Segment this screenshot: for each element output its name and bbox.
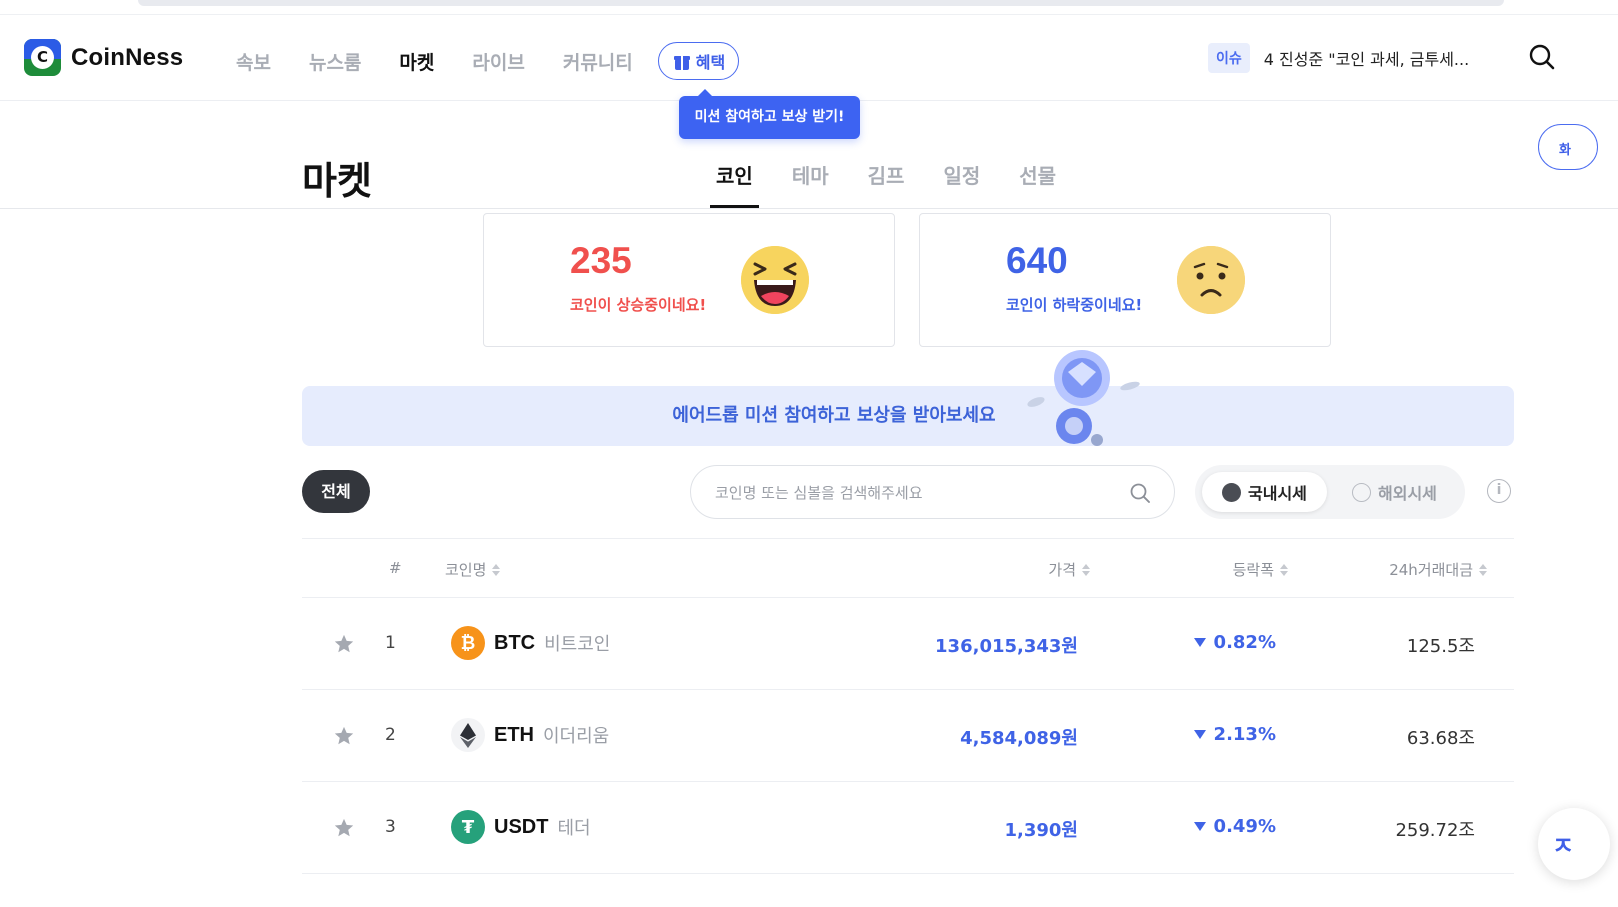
- falling-label: 코인이 하락중이네요!: [1006, 296, 1143, 314]
- tab-coin[interactable]: 코인: [710, 160, 759, 208]
- coin-search-input[interactable]: [715, 480, 1115, 506]
- browser-top-strip: [138, 0, 1504, 6]
- down-triangle-icon: [1193, 730, 1206, 739]
- coin-symbol: ETH: [494, 723, 534, 746]
- star-icon[interactable]: [333, 633, 355, 655]
- astronaut-mascot-icon: [1027, 350, 1140, 446]
- coin-name: 테더: [557, 818, 591, 839]
- nav-item-breaking[interactable]: 속보: [236, 48, 271, 75]
- issue-text: 4 진성준 "코인 과세, 금투세...: [1263, 50, 1470, 69]
- rising-count: 235: [570, 240, 632, 281]
- bitcoin-logo-icon: ₿: [451, 626, 485, 660]
- benefit-label: 혜택: [695, 53, 726, 72]
- overseas-price-option[interactable]: 해외시세: [1332, 472, 1457, 512]
- market-tabs: 코인 테마 김프 일정 선물: [710, 160, 1095, 208]
- price-source-toggle: 국내시세 해외시세: [1195, 465, 1465, 519]
- header-volume[interactable]: 24h거래대금: [1389, 559, 1487, 580]
- search-icon[interactable]: [1528, 43, 1556, 71]
- coin-cell: ₮ USDT 테더: [451, 810, 591, 844]
- falling-count: 640: [1006, 240, 1068, 281]
- banner-text: 에어드롭 미션 참여하고 보상을 받아보세요: [672, 405, 996, 426]
- header-change[interactable]: 등락폭: [1233, 559, 1288, 580]
- down-triangle-icon: [1193, 638, 1206, 647]
- coin-price: 4,584,089원: [960, 728, 1078, 749]
- sort-icon: [492, 563, 501, 576]
- row-rank: 1: [385, 633, 396, 653]
- tab-futures[interactable]: 선물: [1019, 160, 1056, 208]
- side-floating-circle[interactable]: ㅈ: [1538, 808, 1610, 880]
- table-row[interactable]: 2 ETH 이더리움 4,584,089원 2.13% 63.68조: [302, 690, 1514, 782]
- header-rank: #: [389, 559, 402, 577]
- search-icon[interactable]: [1129, 482, 1151, 504]
- site-header: C CoinNess 속보 뉴스룸 마켓 라이브 커뮤니티 혜택 이슈 4 진성…: [0, 15, 1618, 101]
- logo-text: CoinNess: [71, 43, 184, 71]
- coin-cell: ₿ BTC 비트코인: [451, 626, 610, 660]
- domestic-price-label: 국내시세: [1248, 484, 1307, 503]
- down-triangle-icon: [1193, 822, 1206, 831]
- row-rank: 2: [385, 725, 396, 745]
- coin-price: 1,390원: [1004, 820, 1079, 841]
- table-row[interactable]: 3 ₮ USDT 테더 1,390원 0.49% 259.72조: [302, 782, 1514, 874]
- falling-card: 640 코인이 하락중이네요!: [919, 213, 1331, 347]
- tab-kimp[interactable]: 김프: [868, 160, 905, 208]
- globe-icon: [1352, 482, 1371, 502]
- gift-icon: [673, 53, 690, 70]
- coin-symbol: USDT: [494, 815, 549, 838]
- coin-volume: 63.68조: [1406, 728, 1475, 749]
- header-price[interactable]: 가격: [1048, 559, 1090, 580]
- laughing-face-icon: [741, 246, 809, 314]
- nav-item-newsroom[interactable]: 뉴스룸: [309, 48, 361, 75]
- coin-search: [690, 465, 1175, 519]
- ethereum-logo-icon: [451, 718, 485, 752]
- tab-schedule[interactable]: 일정: [943, 160, 980, 208]
- main-nav: 속보 뉴스룸 마켓 라이브 커뮤니티 혜택: [236, 42, 740, 80]
- coin-change: 0.82%: [1193, 632, 1276, 653]
- row-rank: 3: [385, 817, 396, 837]
- airdrop-banner[interactable]: 에어드롭 미션 참여하고 보상을 받아보세요: [302, 386, 1514, 446]
- tab-divider: [0, 208, 1618, 209]
- coin-table: # 코인명 가격 등락폭 24h거래대금 1 ₿ BTC 비트코인 136,01…: [302, 538, 1514, 874]
- nav-item-community[interactable]: 커뮤니티: [563, 48, 633, 75]
- info-icon[interactable]: i: [1487, 479, 1511, 503]
- star-icon[interactable]: [333, 725, 355, 747]
- tether-logo-icon: ₮: [451, 810, 485, 844]
- benefit-button[interactable]: 혜택: [657, 42, 740, 80]
- star-icon[interactable]: [333, 817, 355, 839]
- rising-label: 코인이 상승중이네요!: [570, 296, 707, 314]
- tab-theme[interactable]: 테마: [792, 160, 829, 208]
- coin-volume: 125.5조: [1406, 636, 1475, 657]
- overseas-price-label: 해외시세: [1378, 484, 1437, 503]
- logo-mark-icon: C: [24, 39, 61, 76]
- header-coin-name[interactable]: 코인명: [445, 559, 501, 580]
- sort-icon: [1479, 563, 1487, 576]
- domestic-price-option[interactable]: 국내시세: [1202, 472, 1327, 512]
- page-title: 마켓: [302, 159, 372, 203]
- coin-symbol: BTC: [494, 631, 536, 654]
- coin-name: 비트코인: [544, 634, 611, 655]
- coin-cell: ETH 이더리움: [451, 718, 609, 752]
- coin-price: 136,015,343원: [935, 636, 1078, 657]
- nav-item-market[interactable]: 마켓: [399, 48, 434, 75]
- table-header: # 코인명 가격 등락폭 24h거래대금: [302, 538, 1514, 598]
- issue-ticker[interactable]: 이슈 4 진성준 "코인 과세, 금투세...: [1208, 43, 1469, 73]
- side-floating-button[interactable]: 화: [1538, 124, 1598, 170]
- nav-item-live[interactable]: 라이브: [472, 48, 524, 75]
- coin-change: 0.49%: [1193, 816, 1276, 837]
- coin-name: 이더리움: [543, 726, 610, 747]
- sort-icon: [1082, 563, 1090, 576]
- issue-badge: 이슈: [1208, 43, 1250, 73]
- coin-change: 2.13%: [1193, 724, 1276, 745]
- coin-volume: 259.72조: [1395, 820, 1475, 841]
- sad-face-icon: [1177, 246, 1245, 314]
- globe-icon: [1222, 482, 1241, 502]
- mission-tooltip[interactable]: 미션 참여하고 보상 받기!: [679, 89, 860, 139]
- filter-all-button[interactable]: 전체: [302, 470, 370, 513]
- logo[interactable]: C CoinNess: [24, 39, 183, 76]
- table-row[interactable]: 1 ₿ BTC 비트코인 136,015,343원 0.82% 125.5조: [302, 598, 1514, 690]
- sort-icon: [1280, 563, 1288, 576]
- rising-card: 235 코인이 상승중이네요!: [483, 213, 895, 347]
